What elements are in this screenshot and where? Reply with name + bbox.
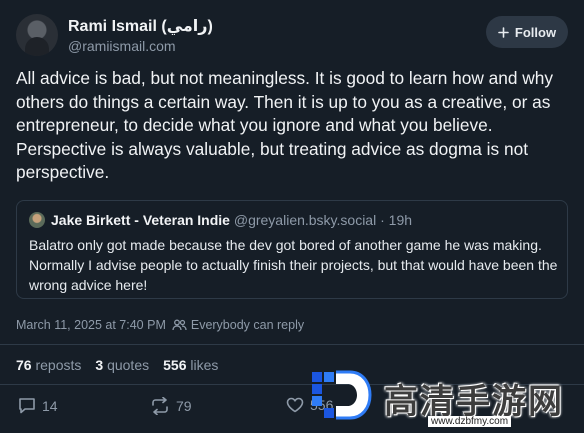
reply-button[interactable]: 14 — [18, 397, 58, 414]
heart-icon — [286, 397, 304, 413]
quote-text: Balatro only got made because the dev go… — [29, 237, 558, 293]
quote-author-avatar — [29, 212, 45, 228]
watermark-url: www.dzbfmy.com — [428, 416, 512, 427]
repost-count: 79 — [176, 398, 192, 414]
quote-header: Jake Birkett - Veteran Indie @greyalien.… — [51, 212, 412, 228]
reposts-stat[interactable]: 76 reposts — [16, 357, 81, 373]
site-watermark: 高清手游网 www.dzbfmy.com — [310, 368, 572, 430]
engagement-stats: 76 reposts 3 quotes 556 likes — [16, 357, 218, 373]
reply-icon — [19, 398, 35, 414]
watermark-logo-icon — [312, 370, 372, 420]
post-meta: March 11, 2025 at 7:40 PM Everybody can … — [16, 318, 304, 332]
follow-label: Follow — [514, 24, 557, 40]
quotes-stat[interactable]: 3 quotes — [95, 357, 149, 373]
likes-stat[interactable]: 556 likes — [163, 357, 218, 373]
reposts-label: reposts — [35, 357, 82, 373]
post-text: All advice is bad, but not meaningless. … — [16, 68, 553, 182]
quote-author-name: Jake Birkett - Veteran Indie — [51, 212, 230, 228]
post-header: Rami Ismail (رامي) @ramiismail.com Follo… — [16, 14, 568, 58]
author-avatar[interactable] — [16, 14, 58, 56]
people-icon — [172, 319, 187, 331]
quotes-count: 3 — [95, 357, 104, 373]
divider-top — [0, 344, 584, 345]
follow-button[interactable]: Follow — [486, 16, 568, 48]
repost-button[interactable]: 79 — [150, 397, 192, 415]
author-name[interactable]: Rami Ismail (رامي) — [68, 16, 213, 36]
quote-author-handle: @greyalien.bsky.social — [233, 212, 377, 228]
reply-count: 14 — [42, 397, 58, 414]
quote-time: 19h — [388, 212, 413, 228]
likes-label: likes — [190, 357, 219, 373]
reposts-count: 76 — [16, 357, 32, 373]
quote-separator: · — [380, 212, 385, 228]
plus-icon — [498, 26, 509, 38]
repost-icon — [152, 397, 168, 415]
likes-count: 556 — [163, 357, 187, 373]
author-handle[interactable]: @ramiismail.com — [68, 38, 176, 54]
reply-setting-label: Everybody can reply — [190, 318, 305, 332]
quotes-label: quotes — [107, 357, 150, 373]
quoted-post[interactable]: Jake Birkett - Veteran Indie @greyalien.… — [16, 200, 568, 299]
post-timestamp[interactable]: March 11, 2025 at 7:40 PM — [16, 318, 166, 332]
reply-setting: Everybody can reply — [172, 318, 304, 332]
